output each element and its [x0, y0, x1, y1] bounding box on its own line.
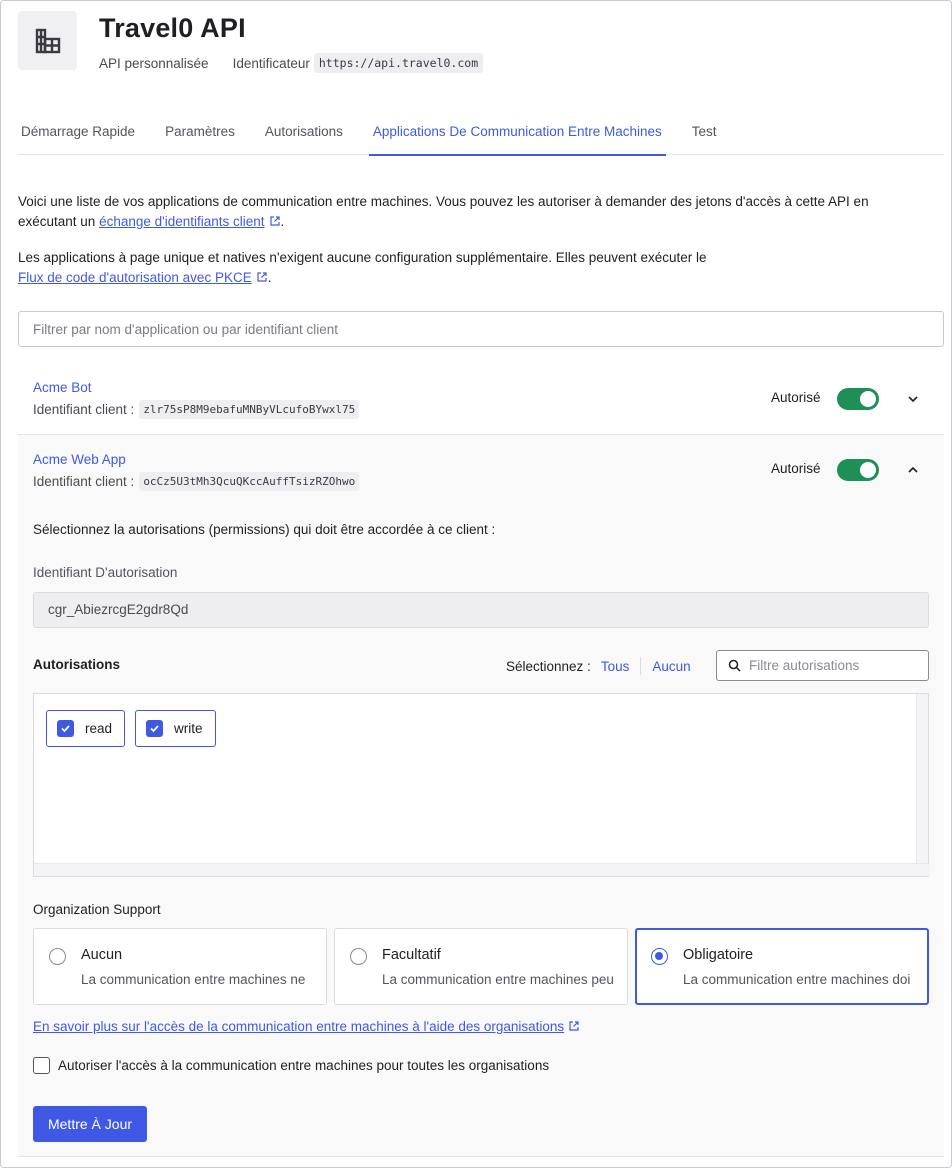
description-paragraph-2: Les applications à page unique et native…: [18, 250, 707, 285]
tab-quickstart[interactable]: Démarrage Rapide: [18, 111, 135, 155]
client-id-value: zlr75sP8M9ebafuMNByVLcufoBYwxl75: [139, 400, 360, 419]
org-support-heading: Organization Support: [33, 902, 161, 917]
app-name[interactable]: Acme Bot: [33, 380, 92, 395]
checkbox-checked[interactable]: [57, 720, 74, 737]
permissions-instruction: Sélectionnez la autorisations (permissio…: [33, 522, 496, 537]
org-option-optional[interactable]: Facultatif La communication entre machin…: [334, 928, 628, 1005]
allow-all-orgs-checkbox[interactable]: [33, 1057, 50, 1074]
api-meta: API personnalisée Identificateur https:/…: [99, 53, 484, 73]
external-link-icon: [569, 1021, 579, 1031]
learn-more-link[interactable]: En savoir plus sur l'accès de la communi…: [33, 1019, 580, 1034]
permission-filter-input[interactable]: [749, 658, 919, 673]
update-button[interactable]: Mettre À Jour: [33, 1106, 147, 1142]
chevron-down-icon[interactable]: [906, 392, 920, 406]
identifier-value: https://api.travel0.com: [313, 53, 484, 73]
app-row-acme-bot[interactable]: Acme Bot Identifiant client : zlr75sP8M9…: [18, 363, 944, 434]
select-all-link[interactable]: Tous: [601, 659, 630, 674]
permission-chip-read[interactable]: read: [46, 710, 126, 747]
permission-filter[interactable]: [716, 650, 929, 681]
client-id-value: ocCz5U3tMh3QcuQKccAuffTsizRZOhwo: [139, 472, 360, 491]
vertical-scrollbar[interactable]: [916, 694, 928, 864]
permission-chip-write[interactable]: write: [135, 710, 216, 747]
tab-test[interactable]: Test: [692, 111, 717, 155]
client-id-line: Identifiant client : zlr75sP8M9ebafuMNBy…: [33, 400, 360, 419]
checkbox-checked[interactable]: [146, 720, 163, 737]
radio-button[interactable]: [49, 948, 66, 965]
building-icon: [18, 11, 77, 70]
divider: [640, 657, 642, 675]
identifier-label: Identificateur: [232, 55, 310, 71]
permissions-list: read write: [33, 693, 930, 877]
select-controls: Sélectionnez : Tous Aucun: [506, 657, 691, 675]
external-link-icon: [257, 272, 267, 282]
tab-settings[interactable]: Paramètres: [165, 111, 235, 155]
page-title: Travel0 API: [99, 13, 246, 43]
check-icon: [61, 725, 70, 733]
authorize-toggle[interactable]: [837, 459, 879, 481]
app-row-acme-web-app: Acme Web App Identifiant client : ocCz5U…: [18, 434, 944, 1157]
allow-all-orgs-row[interactable]: Autoriser l'accès à la communication ent…: [33, 1057, 549, 1074]
allow-all-orgs-label: Autoriser l'accès à la communication ent…: [58, 1058, 550, 1073]
api-type: API personnalisée: [99, 55, 209, 71]
authorize-toggle[interactable]: [837, 388, 879, 410]
chevron-up-icon[interactable]: [906, 463, 920, 477]
grant-id-field: cgr_AbiezrcgE2gdr8Qd: [33, 592, 929, 628]
tab-bar: Démarrage Rapide Paramètres Autorisation…: [18, 111, 944, 156]
app-name[interactable]: Acme Web App: [33, 452, 126, 467]
pkce-flow-link[interactable]: Flux de code d'autorisation avec PKCE: [18, 270, 252, 285]
client-credentials-link[interactable]: échange d'identifiants client: [99, 214, 264, 229]
select-none-link[interactable]: Aucun: [652, 659, 690, 674]
select-label: Sélectionnez :: [506, 658, 591, 674]
authorized-label: Autorisé: [771, 461, 821, 476]
client-id-line: Identifiant client : ocCz5U3tMh3QcuQKccA…: [33, 472, 360, 491]
tab-permissions[interactable]: Autorisations: [265, 111, 343, 155]
tab-machine-to-machine[interactable]: Applications De Communication Entre Mach…: [368, 111, 666, 156]
app-filter-input[interactable]: [18, 311, 944, 347]
grant-id-label: Identifiant D'autorisation: [33, 565, 178, 580]
horizontal-scrollbar[interactable]: [34, 863, 930, 876]
check-icon: [150, 725, 159, 733]
org-option-required[interactable]: Obligatoire La communication entre machi…: [635, 928, 929, 1005]
search-icon: [728, 659, 741, 672]
external-link-icon: [269, 216, 280, 226]
description-paragraph-1: Voici une liste de vos applications de c…: [18, 194, 869, 229]
radio-button[interactable]: [350, 948, 367, 965]
radio-button-selected[interactable]: [651, 948, 668, 965]
authorized-label: Autorisé: [771, 390, 821, 405]
api-detail-page: Travel0 API API personnalisée Identifica…: [0, 0, 952, 1168]
permissions-heading: Autorisations: [33, 657, 121, 672]
org-option-none[interactable]: Aucun La communication entre machines ne: [33, 928, 327, 1005]
